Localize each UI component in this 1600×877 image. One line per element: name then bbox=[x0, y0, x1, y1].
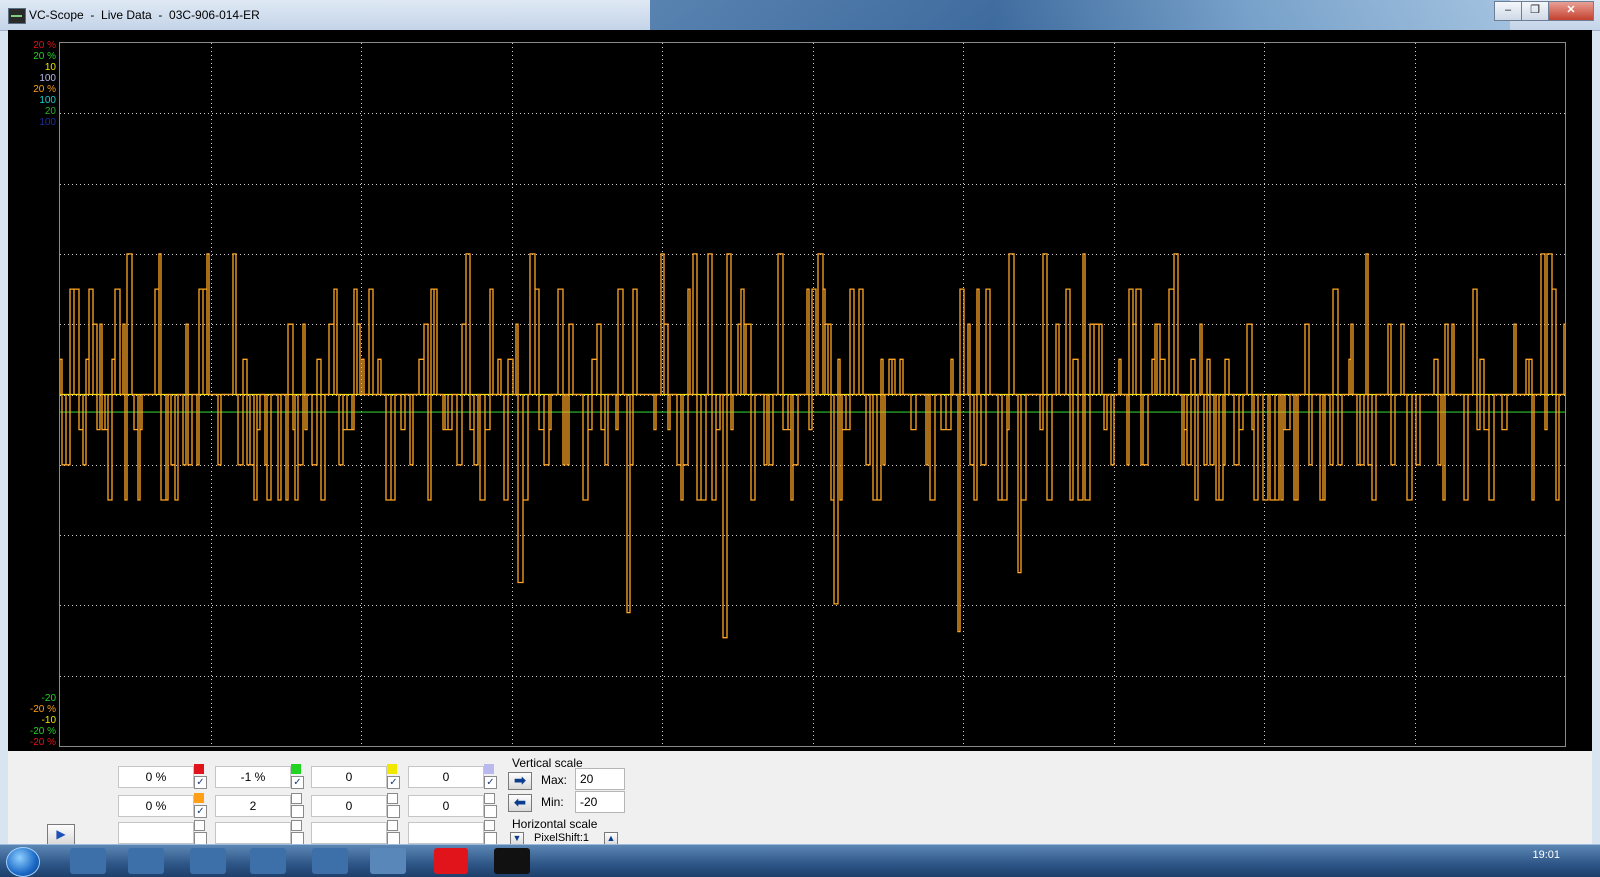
min-field[interactable]: -20 bbox=[575, 791, 625, 813]
taskbar-app-folder[interactable] bbox=[250, 848, 286, 874]
taskbar-app-red[interactable] bbox=[434, 848, 468, 874]
channel-color-empty[interactable] bbox=[387, 820, 398, 831]
window-controls: – ❐ ✕ bbox=[1494, 1, 1594, 21]
scale-top-label-0: 20 % bbox=[33, 40, 56, 51]
horizontal-scale-label: Horizontal scale bbox=[512, 817, 598, 831]
channel-value-2-3[interactable]: 0 bbox=[311, 795, 387, 817]
scale-bottom-label-4: -20 % bbox=[29, 737, 56, 748]
channel-value-1-3[interactable]: 0 bbox=[311, 766, 387, 788]
scale-bottom-labels: -20 -20 % -10 -20 % -20 % bbox=[10, 693, 56, 748]
title-bar: VC-Scope - Live Data - 03C-906-014-ER – … bbox=[0, 0, 1600, 31]
scope-plot[interactable] bbox=[59, 42, 1566, 747]
channel-color-swatch[interactable] bbox=[484, 764, 494, 774]
channel-color-swatch[interactable] bbox=[387, 764, 397, 774]
channel-color-empty[interactable] bbox=[194, 820, 205, 831]
max-label: Max: bbox=[541, 773, 568, 787]
close-button[interactable]: ✕ bbox=[1548, 1, 1594, 21]
channel-color-empty[interactable] bbox=[484, 820, 495, 831]
scale-top-labels: 20 % 20 % 10 100 20 % 100 20 100 bbox=[10, 40, 56, 128]
channel-value-2-2[interactable]: 2 bbox=[215, 795, 291, 817]
channel-enable-checkbox[interactable] bbox=[291, 805, 304, 818]
channel-value-2-1[interactable]: 0 % bbox=[118, 795, 194, 817]
scope-svg bbox=[60, 43, 1565, 746]
restore-button[interactable]: ❐ bbox=[1521, 1, 1549, 21]
channel-value-1-2[interactable]: -1 % bbox=[215, 766, 291, 788]
channel-value-1-4[interactable]: 0 bbox=[408, 766, 484, 788]
min-label: Min: bbox=[541, 795, 564, 809]
scale-down-button[interactable]: ⬅ bbox=[508, 794, 532, 812]
taskbar-app-browser-2[interactable] bbox=[190, 848, 226, 874]
vertical-scale-label: Vertical scale bbox=[512, 756, 583, 770]
channel-value-3-3[interactable] bbox=[311, 822, 387, 844]
channel-enable-checkbox[interactable] bbox=[387, 805, 400, 818]
arrow-down-icon: ▼ bbox=[512, 833, 522, 843]
scale-top-label-1: 20 % bbox=[33, 51, 56, 62]
channel-color-empty[interactable] bbox=[291, 820, 302, 831]
channel-enable-checkbox[interactable]: ✓ bbox=[484, 776, 497, 789]
channel-value-1-1[interactable]: 0 % bbox=[118, 766, 194, 788]
taskbar-app-browser[interactable] bbox=[128, 848, 164, 874]
channel-enable-checkbox[interactable] bbox=[484, 805, 497, 818]
start-button[interactable] bbox=[6, 847, 40, 877]
channel-color-empty[interactable] bbox=[291, 793, 302, 804]
taskbar-app-media[interactable] bbox=[312, 848, 348, 874]
taskbar: 19:01 bbox=[0, 844, 1600, 877]
arrow-right-icon: ➡ bbox=[514, 772, 526, 788]
channel-color-swatch[interactable] bbox=[194, 764, 204, 774]
app-icon bbox=[8, 8, 26, 24]
taskbar-clock: 19:01 bbox=[1532, 849, 1560, 861]
scale-top-label-3: 100 bbox=[39, 73, 56, 84]
channel-color-swatch[interactable] bbox=[291, 764, 301, 774]
window-title: VC-Scope - Live Data - 03C-906-014-ER bbox=[29, 8, 260, 22]
channel-value-3-1[interactable] bbox=[118, 822, 194, 844]
play-icon: ▶ bbox=[56, 827, 66, 841]
channel-enable-checkbox[interactable]: ✓ bbox=[387, 776, 400, 789]
scale-top-label-7: 100 bbox=[39, 117, 56, 128]
channel-color-empty[interactable] bbox=[484, 793, 495, 804]
scale-bottom-label-3: -20 % bbox=[29, 726, 56, 737]
arrow-left-icon: ⬅ bbox=[514, 794, 526, 810]
background-window-strip bbox=[650, 0, 1510, 30]
channel-color-empty[interactable] bbox=[387, 793, 398, 804]
scale-top-label-2: 10 bbox=[44, 62, 56, 73]
channel-enable-checkbox[interactable]: ✓ bbox=[291, 776, 304, 789]
channel-enable-checkbox[interactable]: ✓ bbox=[194, 805, 207, 818]
channel-value-3-4[interactable] bbox=[408, 822, 484, 844]
trace-ch5 bbox=[60, 253, 1565, 639]
taskbar-app-tool[interactable] bbox=[370, 848, 406, 874]
pixelshift-value: PixelShift:1 bbox=[534, 832, 590, 844]
scale-up-button[interactable]: ➡ bbox=[508, 772, 532, 790]
channel-value-3-2[interactable] bbox=[215, 822, 291, 844]
minimize-button[interactable]: – bbox=[1494, 1, 1522, 21]
max-field[interactable]: 20 bbox=[575, 768, 625, 790]
channel-value-2-4[interactable]: 0 bbox=[408, 795, 484, 817]
scale-bottom-label-0: -20 bbox=[41, 693, 56, 704]
scale-top-label-6: 20 bbox=[44, 106, 56, 117]
channel-color-swatch[interactable] bbox=[194, 793, 204, 803]
scale-bottom-label-2: -10 bbox=[41, 715, 56, 726]
scale-bottom-label-1: -20 % bbox=[29, 704, 56, 715]
scale-top-label-5: 100 bbox=[39, 95, 56, 106]
channel-enable-checkbox[interactable]: ✓ bbox=[194, 776, 207, 789]
scale-top-label-4: 20 % bbox=[33, 84, 56, 95]
play-button[interactable]: ▶ bbox=[47, 824, 75, 846]
taskbar-app-vcscope[interactable] bbox=[494, 848, 530, 874]
arrow-up-icon: ▲ bbox=[606, 833, 616, 843]
taskbar-app-save[interactable] bbox=[70, 848, 106, 874]
